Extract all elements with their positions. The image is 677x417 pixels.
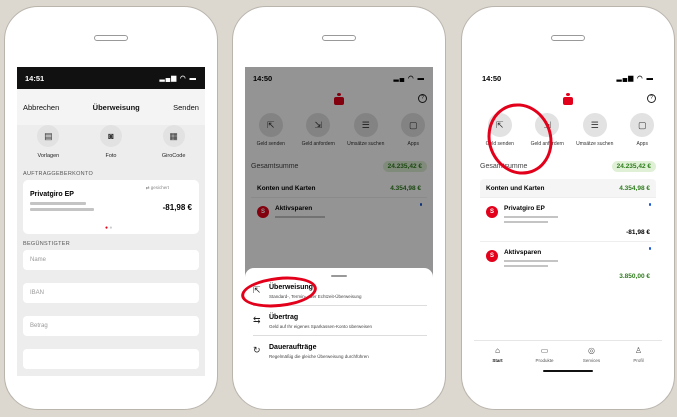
account-owner-redacted — [30, 208, 94, 211]
phone-speaker — [322, 35, 356, 41]
accounts-total: 4.354,98 € — [619, 184, 650, 192]
home-icon: ⌂ — [495, 346, 500, 355]
tab-label: Produkte — [535, 358, 554, 363]
phone-transfer-sheet: 14:50 ▂▄ ◠ ▬ ? ⇱ Geld senden ⇲ Geld anford… — [232, 6, 446, 410]
search-transactions-label: Umsätze suchen — [576, 141, 614, 147]
payer-account-card[interactable]: ⇄ gesichert Privatgiro EP -81,98 € ● ● — [23, 180, 199, 234]
phone-speaker — [551, 35, 585, 41]
pager-dots[interactable]: ● ● — [105, 225, 112, 231]
account-row[interactable]: S Aktivsparen 3.850,00 € — [480, 241, 656, 285]
apps-button[interactable]: ▢ Apps — [623, 113, 663, 159]
status-icons: ▂▄▆ ◠ ▬ — [616, 75, 654, 82]
divider — [253, 335, 427, 336]
standing-order-icon: ↻ — [253, 345, 261, 355]
option-title: Daueraufträge — [269, 344, 317, 351]
transactions-search-icon: ☰ — [582, 113, 607, 137]
home-screen-dimmed: 14:50 ▂▄ ◠ ▬ ? ⇱ Geld senden ⇲ Geld anford… — [245, 67, 433, 376]
total-value: 24.235,42 € — [611, 160, 656, 172]
account-iban-redacted — [30, 202, 86, 205]
sparkasse-logo — [563, 93, 573, 106]
camera-icon: ◙ — [99, 125, 122, 147]
phone-speaker — [94, 35, 128, 41]
pager-dot-inactive: ● — [109, 225, 113, 231]
send-button[interactable]: Senden — [173, 103, 199, 112]
sparkasse-icon: S — [486, 250, 498, 262]
status-time: 14:51 — [25, 73, 45, 83]
account-name: Aktivsparen — [504, 249, 542, 256]
unread-dot — [648, 203, 651, 206]
account-balance: -81,98 € — [626, 229, 650, 236]
account-name: Privatgiro EP — [30, 191, 74, 198]
photo-label: Foto — [105, 153, 117, 159]
account-iban-redacted — [504, 216, 558, 218]
unread-dot — [648, 247, 651, 250]
accounts-card: Konten und Karten 4.354,98 € S Privatgiro… — [480, 179, 656, 285]
tab-start[interactable]: ⌂ Start — [483, 346, 513, 376]
home-indicator — [543, 370, 593, 372]
sheet-grabber[interactable] — [331, 275, 347, 277]
account-owner-redacted — [504, 221, 548, 223]
account-owner-redacted — [504, 265, 548, 267]
girocode-button[interactable]: ▦ GiroCode — [154, 125, 194, 175]
status-bar: 14:51 ▂▄▆ ◠ ▬ — [17, 67, 205, 89]
tab-label: Profil — [633, 358, 644, 363]
iban-field[interactable]: IBAN — [23, 283, 199, 303]
phone-home: 14:50 ▂▄▆ ◠ ▬ ? ⇱ Geld senden ⇲ Geld anfor… — [461, 6, 675, 410]
option-subtitle: Geld auf Ihr eigenes Sparkassen-Konto üb… — [269, 324, 373, 329]
accounts-header-label: Konten und Karten — [486, 184, 545, 192]
accounts-header[interactable]: Konten und Karten 4.354,98 € — [480, 179, 656, 197]
option-title: Übertrag — [269, 314, 299, 321]
account-name: Privatgiro EP — [504, 205, 545, 212]
tab-label: Start — [492, 358, 503, 363]
document-icon: ▤ — [37, 125, 60, 147]
phone-transfer-form: 14:51 ▂▄▆ ◠ ▬ Abbrechen Überweisung Send… — [4, 6, 218, 410]
apps-label: Apps — [636, 141, 648, 147]
search-transactions-button[interactable]: ☰ Umsätze suchen — [575, 113, 615, 159]
extra-field[interactable] — [23, 349, 199, 369]
saved-indicator: ⇄ gesichert — [145, 185, 169, 190]
services-icon: ◎ — [588, 346, 595, 355]
account-row[interactable]: S Privatgiro EP -81,98 € — [480, 197, 656, 241]
products-icon: ▭ — [540, 346, 549, 355]
transfer-header: Abbrechen Überweisung Senden — [17, 89, 205, 125]
option-subtitle: Regelmäßig die gleiche Überweisung durch… — [269, 354, 369, 359]
status-time: 14:50 — [482, 73, 502, 83]
page-title: Überweisung — [92, 102, 140, 112]
status-icons: ▂▄▆ ◠ ▬ — [159, 75, 197, 82]
payer-section-label: AUFTRAGGEBERKONTO — [23, 171, 94, 177]
tab-label: Services — [582, 358, 601, 363]
girocode-label: GiroCode — [161, 153, 186, 159]
tab-profile[interactable]: ♙ Profil — [624, 346, 654, 376]
cancel-button[interactable]: Abbrechen — [23, 103, 59, 112]
account-balance: -81,98 € — [162, 203, 192, 212]
internal-transfer-icon: ⇆ — [253, 315, 261, 325]
name-field[interactable]: Name — [23, 250, 199, 270]
payee-section-label: BEGÜNSTIGTER — [23, 241, 70, 247]
qr-code-icon: ▦ — [162, 125, 185, 147]
templates-button[interactable]: ▤ Vorlagen — [28, 125, 68, 175]
apps-icon: ▢ — [630, 113, 655, 137]
option-internal-transfer[interactable]: ⇆ Übertrag Geld auf Ihr eigenes Sparkass… — [253, 312, 427, 336]
transfer-quick-options: ▤ Vorlagen ◙ Foto ▦ GiroCode — [17, 125, 205, 175]
bottom-tab-bar: ⌂ Start ▭ Produkte ◎ Services ♙ Profil — [474, 340, 662, 376]
status-bar: 14:50 ▂▄▆ ◠ ▬ — [474, 67, 662, 89]
account-iban-redacted — [504, 260, 558, 262]
photo-button[interactable]: ◙ Foto — [91, 125, 131, 175]
amount-field[interactable]: Betrag — [23, 316, 199, 336]
pager-dot-active: ● — [105, 225, 109, 231]
transfer-screen: 14:51 ▂▄▆ ◠ ▬ Abbrechen Überweisung Send… — [17, 67, 205, 376]
sparkasse-icon: S — [486, 206, 498, 218]
help-icon[interactable]: ? — [647, 94, 656, 103]
option-standing-orders[interactable]: ↻ Daueraufträge Regelmäßig die gleiche Ü… — [253, 342, 427, 366]
account-balance: 3.850,00 € — [619, 273, 650, 280]
profile-icon: ♙ — [634, 346, 643, 355]
templates-label: Vorlagen — [37, 153, 60, 159]
